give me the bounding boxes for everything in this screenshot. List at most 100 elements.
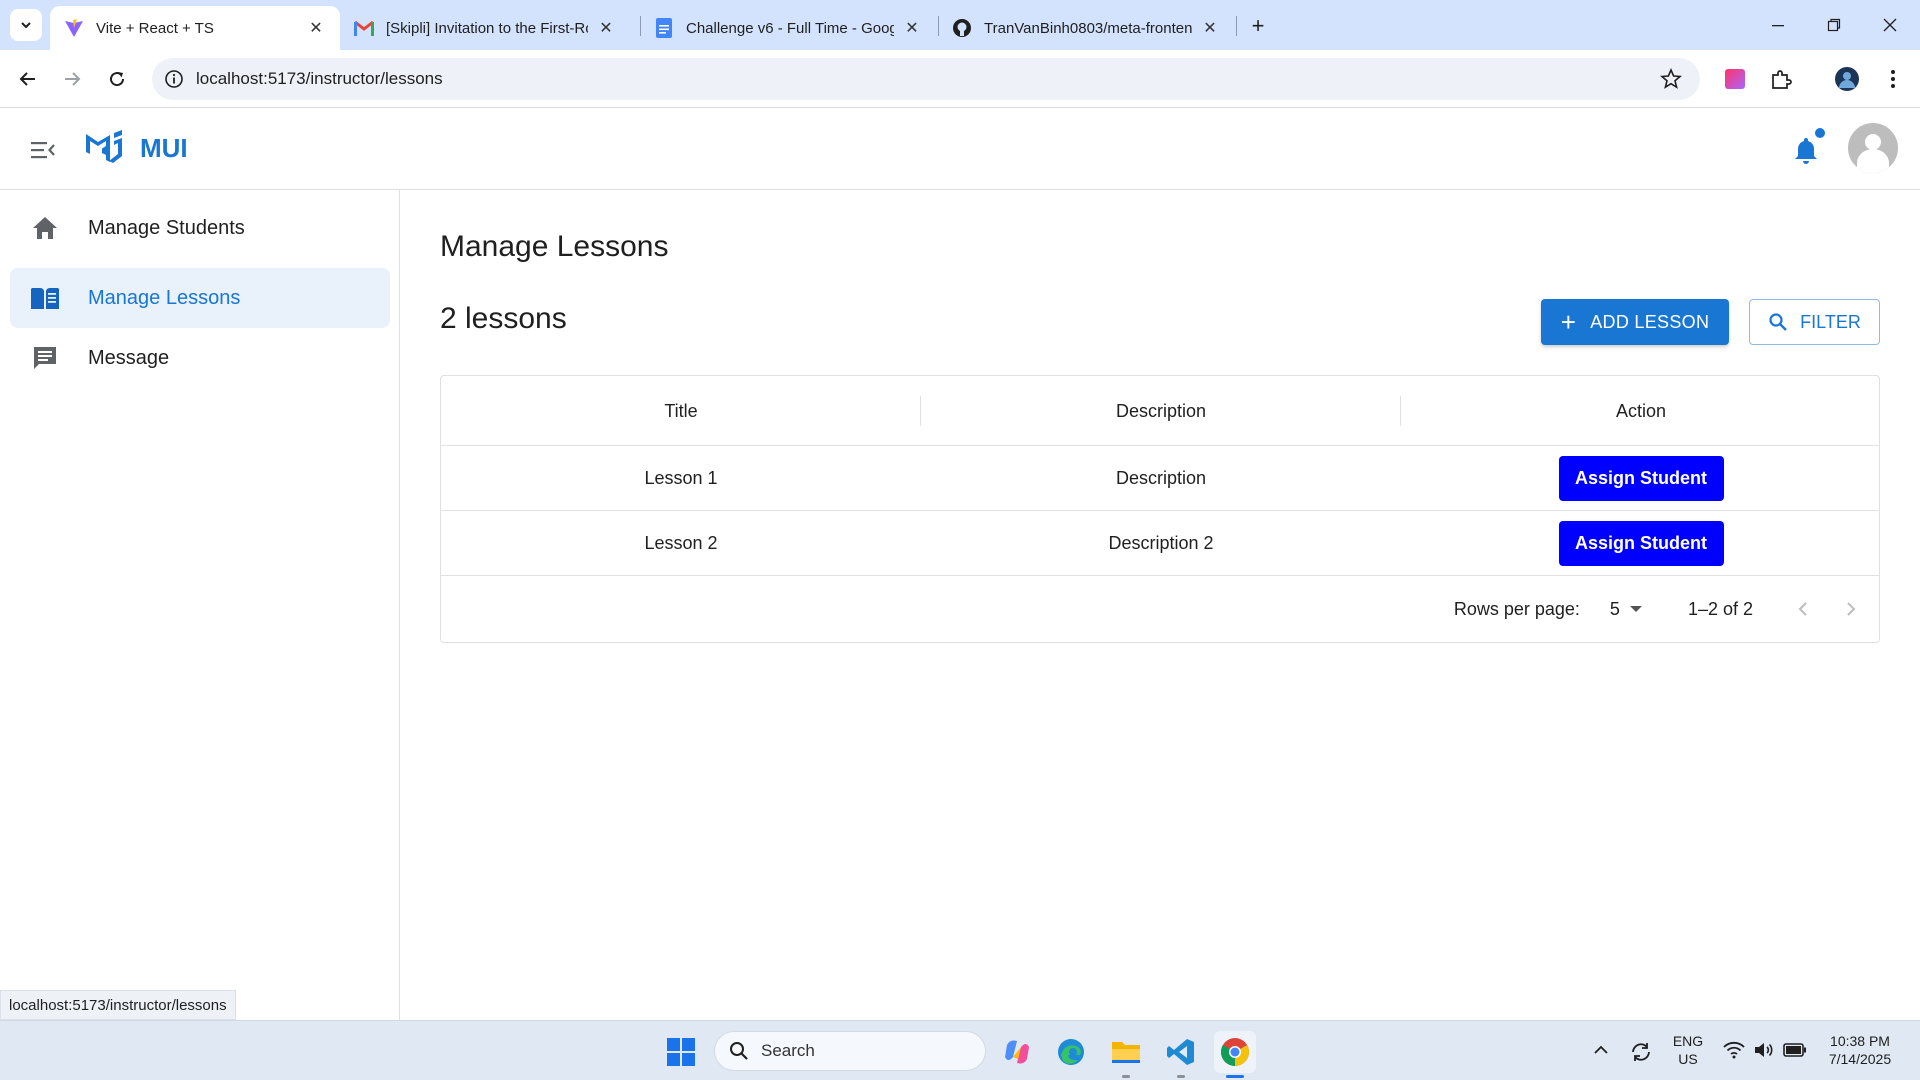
- logo-text: MUI: [140, 132, 188, 163]
- app-logo[interactable]: MUI: [84, 130, 188, 166]
- arrow-left-icon: [19, 72, 35, 86]
- rows-per-page-value: 5: [1609, 598, 1620, 619]
- browser-menu-button[interactable]: [1878, 64, 1908, 94]
- docs-icon: [654, 18, 674, 38]
- close-tab-icon[interactable]: ✕: [1200, 18, 1220, 38]
- forward-button[interactable]: [56, 63, 88, 95]
- tab-title: [Skipli] Invitation to the First-Ro: [386, 19, 588, 37]
- bell-icon: [1795, 138, 1817, 164]
- windows-icon: [667, 1038, 695, 1066]
- battery-icon[interactable]: [1782, 1039, 1808, 1061]
- file-explorer-icon[interactable]: [1105, 1031, 1147, 1073]
- sidebar-item-label: Message: [88, 346, 170, 369]
- cell-title: Lesson 1: [644, 468, 718, 488]
- browser-tab[interactable]: Challenge v6 - Full Time - Goog ✕: [640, 6, 936, 50]
- message-icon: [30, 343, 60, 373]
- menu-open-toggle[interactable]: [28, 135, 58, 165]
- minimize-button[interactable]: [1750, 0, 1806, 50]
- user-avatar[interactable]: [1848, 123, 1898, 173]
- url-text: localhost:5173/instructor/lessons: [196, 69, 443, 88]
- restore-icon: [1827, 18, 1841, 32]
- tab-title: TranVanBinh0803/meta-fronten: [984, 19, 1192, 37]
- pagination-range: 1–2 of 2: [1687, 598, 1753, 619]
- sidebar-item-manage-students[interactable]: Manage Students: [10, 198, 390, 258]
- extension-icon[interactable]: [1720, 64, 1750, 94]
- search-icon: [730, 1042, 748, 1060]
- previous-page-button[interactable]: [1783, 589, 1823, 629]
- assign-student-button[interactable]: Assign Student: [1558, 521, 1724, 566]
- edge-icon[interactable]: [1050, 1031, 1092, 1073]
- table-header: Title Description Action: [441, 376, 1879, 446]
- chrome-icon[interactable]: [1214, 1031, 1256, 1073]
- restore-button[interactable]: [1806, 0, 1862, 50]
- volume-icon[interactable]: [1752, 1039, 1776, 1061]
- rows-per-page-label: Rows per page:: [1453, 598, 1580, 619]
- mui-logo-icon: [86, 130, 122, 163]
- sidebar-item-label: Manage Lessons: [88, 286, 241, 309]
- chevron-up-icon: [1594, 1045, 1608, 1054]
- tab-separator: [1236, 16, 1237, 36]
- notifications-button[interactable]: [1790, 134, 1822, 166]
- browser-tab-active[interactable]: Vite + React + TS ✕: [50, 6, 340, 50]
- bookmark-star-icon[interactable]: [1660, 67, 1682, 95]
- clock-time: 10:38 PM: [1830, 1033, 1890, 1049]
- cell-description: Description 2: [1108, 533, 1214, 553]
- tab-title: Vite + React + TS: [96, 19, 214, 37]
- notification-badge: [1815, 128, 1825, 138]
- cell-action: Assign Student: [1401, 511, 1881, 576]
- page-title: Manage Lessons: [440, 230, 669, 263]
- close-tab-icon[interactable]: ✕: [902, 18, 922, 38]
- clock[interactable]: 10:38 PM 7/14/2025: [1818, 1032, 1902, 1068]
- wifi-icon[interactable]: [1722, 1039, 1746, 1061]
- close-tab-icon[interactable]: ✕: [596, 18, 616, 38]
- browser-tab[interactable]: [Skipli] Invitation to the First-Ro ✕: [340, 6, 630, 50]
- language-code: ENG: [1672, 1033, 1704, 1049]
- plus-icon: +: [1560, 307, 1577, 337]
- new-tab-button[interactable]: +: [1244, 12, 1272, 40]
- language-indicator[interactable]: ENG US: [1666, 1032, 1710, 1068]
- close-window-button[interactable]: [1862, 0, 1918, 50]
- arrow-right-icon: [65, 72, 81, 86]
- filter-button[interactable]: FILTER: [1749, 299, 1880, 345]
- tab-title: Challenge v6 - Full Time - Goog: [686, 19, 894, 37]
- cell-action: Assign Student: [1401, 446, 1881, 511]
- taskbar-search[interactable]: Search: [714, 1031, 986, 1071]
- status-bar-url: localhost:5173/instructor/lessons: [0, 990, 236, 1020]
- assign-student-button[interactable]: Assign Student: [1558, 456, 1724, 501]
- vscode-icon[interactable]: [1160, 1031, 1202, 1073]
- app-active-indicator: [1226, 1075, 1244, 1078]
- address-bar[interactable]: localhost:5173/instructor/lessons: [152, 58, 1700, 100]
- site-info-icon[interactable]: [164, 69, 184, 94]
- start-button[interactable]: [660, 1031, 702, 1073]
- reload-button[interactable]: [101, 63, 133, 95]
- column-header-action[interactable]: Action: [1401, 376, 1881, 446]
- lessons-table: Title Description Action Lesson 1 Descri…: [440, 375, 1880, 643]
- lesson-count: 2 lessons: [440, 302, 567, 335]
- reload-icon: [110, 72, 125, 87]
- clock-date: 7/14/2025: [1828, 1051, 1892, 1067]
- sidebar-item-manage-lessons[interactable]: Manage Lessons: [10, 268, 390, 328]
- browser-tab[interactable]: TranVanBinh0803/meta-fronten ✕: [938, 6, 1234, 50]
- column-header-title[interactable]: Title: [441, 376, 921, 446]
- profile-avatar-icon[interactable]: [1832, 64, 1862, 94]
- show-hidden-icons-button[interactable]: [1590, 1039, 1612, 1061]
- plus-icon: +: [1251, 13, 1265, 38]
- sidebar: Manage Students Manage Lessons Message: [0, 190, 400, 1020]
- column-header-description[interactable]: Description: [921, 376, 1401, 446]
- minimize-icon: [1772, 25, 1784, 27]
- next-page-button[interactable]: [1831, 589, 1871, 629]
- search-icon: [1769, 313, 1788, 331]
- add-lesson-button[interactable]: + ADD LESSON: [1541, 299, 1729, 345]
- sidebar-item-message[interactable]: Message: [10, 328, 390, 388]
- extensions-puzzle-icon[interactable]: [1766, 64, 1796, 94]
- close-tab-icon[interactable]: ✕: [306, 18, 326, 38]
- copilot-icon[interactable]: [996, 1031, 1038, 1073]
- github-icon: [952, 18, 972, 38]
- sync-icon[interactable]: [1628, 1039, 1654, 1065]
- rows-per-page-select[interactable]: 5: [1610, 599, 1642, 620]
- tab-search-button[interactable]: [10, 9, 42, 41]
- back-button[interactable]: [12, 63, 44, 95]
- table-row: Lesson 2 Description 2 Assign Student: [441, 511, 1879, 576]
- vite-icon: [64, 18, 84, 38]
- sidebar-item-label: Manage Students: [88, 216, 245, 239]
